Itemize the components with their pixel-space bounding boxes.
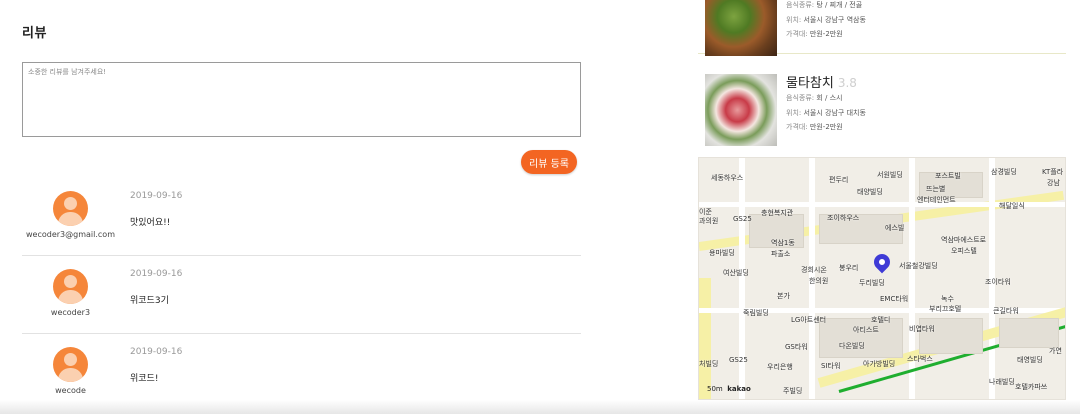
avatar-icon [53,191,88,226]
review-text: 맛있어요!! [130,218,171,228]
review-title: 리뷰 [22,26,47,41]
review-textarea[interactable] [22,62,581,137]
map-label: 처빌딩 [699,360,719,368]
location-map[interactable]: 세동하우스 편두리 서원빌딩 포스트빌 삼경빌딩 KT플라 강남 태양빌딩 뜨는… [698,157,1066,400]
map-label: 한의원 [809,277,829,285]
avatar-icon [53,347,88,382]
review-submit-button[interactable]: 리뷰 등록 [521,150,577,174]
review-date: 2019-09-16 [130,191,183,201]
restaurant-thumbnail[interactable] [705,0,777,56]
map-label: 나래빌딩 [989,378,1015,386]
map-label: 호텔디 [871,316,891,324]
review-item: wecoder3@gmail.com 2019-09-16 맛있어요!! [22,178,581,256]
map-label: GS타워 [785,343,808,351]
map-label: 호텔카파쓰 [1015,383,1048,391]
restaurant-rating: 3.8 [837,76,857,90]
map-label: 오피스텔 [951,247,977,255]
map-marker-icon[interactable] [870,250,894,274]
map-label: 아티스트 [853,326,879,334]
map-label: 다온빌딩 [839,342,865,350]
review-text: 위코드3기 [130,296,169,306]
map-label: 편두리 [829,176,849,184]
map-label: 강남 [1047,179,1060,187]
map-label: 본가 [777,292,790,300]
map-label: 해달일식 [999,202,1025,210]
review-date: 2019-09-16 [130,347,183,357]
map-scale: 50m kakao [707,385,751,393]
restaurant-price: 가격대: 만원-2만원 [786,30,843,38]
map-label: KT플라 [1042,168,1064,176]
map-label: 스타벅스 [907,355,933,363]
review-text: 위코드! [130,374,159,384]
map-label: 큰길타워 [993,307,1019,315]
map-label: 두리빌딩 [859,279,885,287]
right-panel: 음식종류: 탕 / 찌개 / 전골 위치: 서울시 강남구 역삼동 가격대: 만… [698,0,1066,414]
restaurant-thumbnail[interactable] [705,74,777,146]
map-label: SI타워 [821,362,841,370]
avatar-icon [53,269,88,304]
review-user: wecoder3 [50,308,91,317]
map-label: 조이하우스 [827,214,860,222]
map-label: 우리은행 [767,363,793,371]
map-label: LG아트센터 [791,316,827,324]
map-label: 뜨는별 [926,185,946,193]
map-label: 부리끄호텔 [929,305,962,313]
review-user: wecode [55,386,86,395]
restaurant-name[interactable]: 물타참치 3.8 [786,72,857,91]
restaurant-card[interactable]: 음식종류: 탕 / 찌개 / 전골 위치: 서울시 강남구 역삼동 가격대: 만… [698,0,1066,56]
map-label: 주빌딩 [783,387,803,395]
map-label: 녹수 [941,295,954,303]
restaurant-category: 음식종류: 회 / 스시 [786,94,843,102]
map-label: 용마빌딩 [709,249,735,257]
map-label: 충현복지관 [761,209,794,217]
restaurant-location: 위치: 서울시 강남구 대치동 [786,109,866,117]
map-label: 삼경빌딩 [991,168,1017,176]
restaurant-price: 가격대: 만원-2만원 [786,123,843,131]
map-label: 봉우리 [839,264,859,272]
map-road [699,278,711,399]
map-label: 역삼마에스트로 [941,236,987,244]
review-section: 리뷰 리뷰 등록 wecoder3@gmail.com 2019-09-16 맛… [0,0,600,414]
map-label: 여산빌딩 [723,269,749,277]
map-label: 과의원 [699,217,719,225]
map-label: 비엽타워 [909,325,935,333]
map-block [999,318,1059,348]
restaurant-category: 음식종류: 탕 / 찌개 / 전골 [786,1,863,9]
map-label: EMC타워 [880,295,909,303]
review-date: 2019-09-16 [130,269,183,279]
map-label: 가연 [1049,347,1062,355]
map-label: 엔터테인먼트 [917,196,956,204]
map-label: 역삼1동 [771,239,795,247]
map-label: 아가방빌딩 [863,360,896,368]
review-user: wecoder3@gmail.com [26,230,115,239]
map-label: 포스트빌 [935,172,961,180]
map-label: 서원빌딩 [877,171,903,179]
review-item: wecoder3 2019-09-16 위코드3기 [22,256,581,334]
map-label: 경희시온 [801,266,827,274]
restaurant-location: 위치: 서울시 강남구 역삼동 [786,16,866,24]
map-label: 파출소 [771,250,791,258]
bottom-fade [0,400,1080,414]
map-label: 서울철강빌딩 [899,262,938,270]
map-label: 조이타워 [985,278,1011,286]
review-list: wecoder3@gmail.com 2019-09-16 맛있어요!! wec… [22,178,581,412]
map-label: 세동하우스 [711,174,744,182]
map-label: GS25 [729,356,748,364]
map-label: 에스빌 [885,224,905,232]
map-label: 죽림빌딩 [743,309,769,317]
map-label: 태양빌딩 [857,188,883,196]
map-block [819,318,903,358]
map-label: GS25 [733,215,752,223]
restaurant-card[interactable]: 물타참치 3.8 음식종류: 회 / 스시 위치: 서울시 강남구 대치동 가격대… [698,64,1066,148]
map-label: 태영빌딩 [1017,356,1043,364]
